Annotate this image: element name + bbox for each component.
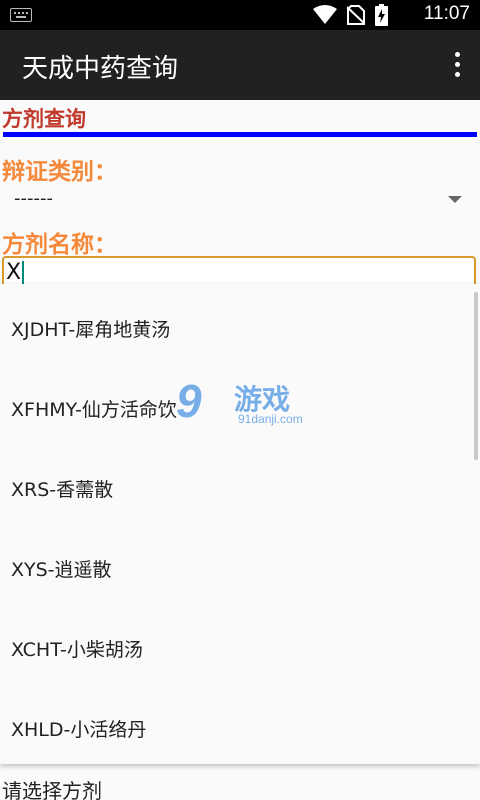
section-title: 方剂查询 xyxy=(2,107,86,131)
site-watermark: 9 游戏 91danji.com xyxy=(176,374,308,430)
select-formula-hint: 请选择方剂 xyxy=(2,779,102,800)
autocomplete-dropdown: XJDHT-犀角地黄汤 XFHMY-仙方活命饮 XRS-香薷散 XYS-逍遥散 … xyxy=(0,284,480,764)
suggestion-item[interactable]: XCHT-小柴胡汤 xyxy=(11,635,143,662)
wifi-icon xyxy=(313,5,337,24)
formula-name-value: X xyxy=(6,260,22,285)
formula-name-label: 方剂名称： xyxy=(2,232,117,258)
watermark-mark: 9 xyxy=(176,375,202,427)
watermark-domain: 91danji.com xyxy=(238,412,303,426)
more-vert-icon[interactable] xyxy=(452,52,462,78)
category-label: 辩证类别： xyxy=(2,159,117,185)
suggestion-item[interactable]: XHLD-小活络丹 xyxy=(11,715,146,742)
status-bar: 11:07 xyxy=(0,0,480,30)
dropdown-arrow-icon xyxy=(448,196,462,203)
category-selected-value: ------ xyxy=(14,188,53,209)
keyboard-icon xyxy=(10,8,32,22)
dropdown-scrollbar[interactable] xyxy=(474,292,478,460)
category-spinner[interactable]: ------ xyxy=(0,186,472,216)
app-bar: 天成中药查询 xyxy=(0,30,480,100)
suggestion-item[interactable]: XYS-逍遥散 xyxy=(11,555,112,582)
suggestion-item[interactable]: XJDHT-犀角地黄汤 xyxy=(11,315,170,342)
status-time: 11:07 xyxy=(423,3,470,24)
suggestion-item[interactable]: XFHMY-仙方活命饮 xyxy=(11,395,177,422)
no-sim-icon xyxy=(347,5,365,25)
app-title: 天成中药查询 xyxy=(22,54,179,84)
section-divider xyxy=(3,132,477,137)
suggestion-item[interactable]: XRS-香薷散 xyxy=(11,475,113,502)
text-caret xyxy=(22,261,24,285)
battery-charging-icon xyxy=(375,4,388,26)
